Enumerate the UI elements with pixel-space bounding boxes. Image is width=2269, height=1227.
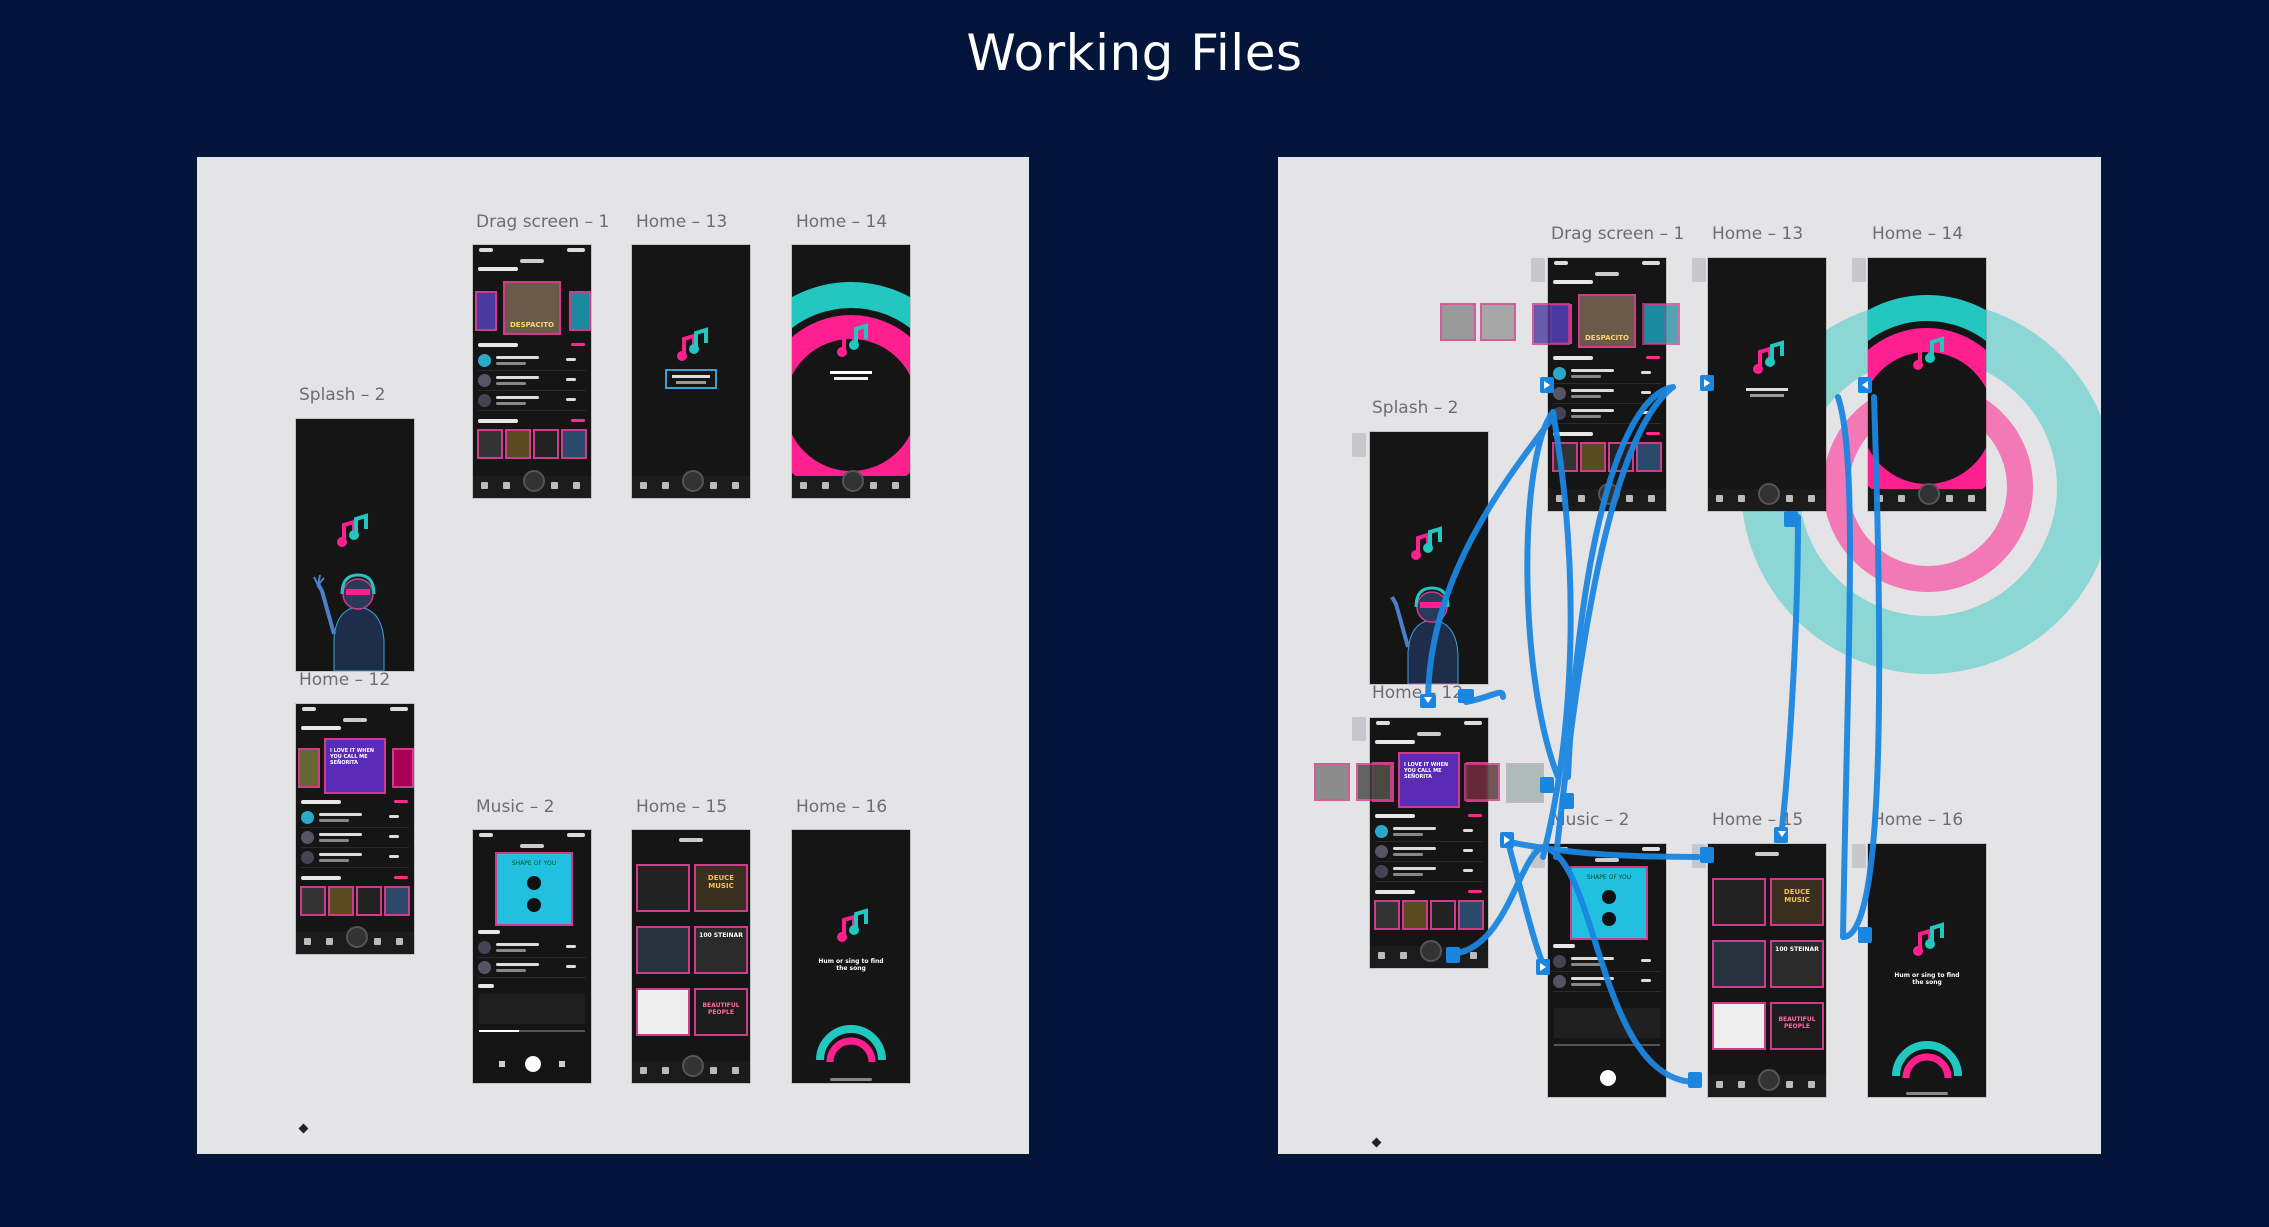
- artboard-home-13[interactable]: [1708, 258, 1826, 511]
- prototype-home-tab[interactable]: [1692, 844, 1706, 868]
- detached-layer-thumb[interactable]: [1506, 763, 1544, 803]
- person-headphones-illustration: [313, 573, 385, 671]
- hero-album-text: I LOVE IT WHEN YOU CALL ME SEÑORITA: [330, 748, 375, 766]
- hero-album-card[interactable]: I LOVE IT WHEN YOU CALL ME SEÑORITA: [324, 738, 386, 794]
- detached-layer-thumb[interactable]: [1480, 303, 1516, 341]
- artboard-home-12[interactable]: I LOVE IT WHEN YOU CALL ME SEÑORITA: [1370, 718, 1488, 968]
- artboard-home-16[interactable]: Hum or sing to find the song: [1868, 844, 1986, 1097]
- album-title-text: BEAUTIFUL PEOPLE: [702, 1002, 740, 1016]
- page-title: Working Files: [966, 24, 1303, 82]
- artboard-label-splash-2[interactable]: Splash – 2: [299, 385, 385, 405]
- cursor-icon: [1371, 1137, 1382, 1148]
- splash-illustration: [1390, 526, 1459, 684]
- artboard-home-15[interactable]: DEUCE MUSIC 100 STEINAR BEAUTIFUL PEOPLE: [1708, 844, 1826, 1097]
- music-note-logo-icon: [1892, 922, 1962, 1079]
- artboard-music-2[interactable]: SHAPE OF YOU: [1548, 844, 1666, 1097]
- artboard-label-drag-screen-1[interactable]: Drag screen – 1: [476, 212, 609, 232]
- now-playing-album-art[interactable]: SHAPE OF YOU: [495, 852, 573, 926]
- hum-prompt-text: Hum or sing to find the song: [818, 958, 884, 972]
- music-note-logo-icon: [665, 327, 717, 389]
- detached-layer-thumb[interactable]: [1464, 763, 1500, 801]
- music-note-logo-icon: [816, 908, 886, 1063]
- hero-album-text: I LOVE IT WHEN YOU CALL ME SEÑORITA: [1404, 762, 1449, 780]
- hum-prompt-text: Hum or sing to find the song: [1894, 972, 1960, 986]
- hero-album-card[interactable]: DESPACITO: [503, 281, 561, 335]
- artboard-label-home-12[interactable]: Home – 12: [1372, 683, 1463, 703]
- artboard-home-14[interactable]: [1868, 258, 1986, 511]
- album-title-text: BEAUTIFUL PEOPLE: [1778, 1016, 1816, 1030]
- prototype-home-tab[interactable]: [1352, 433, 1366, 457]
- player-controls[interactable]: [473, 1056, 591, 1074]
- artboard-label-drag-screen-1[interactable]: Drag screen – 1: [1551, 224, 1684, 244]
- artboard-label-home-15[interactable]: Home – 15: [636, 797, 727, 817]
- artboard-label-home-14[interactable]: Home – 14: [796, 212, 887, 232]
- artboard-music-2[interactable]: SHAPE OF YOU: [473, 830, 591, 1083]
- splash-illustration: [313, 513, 385, 671]
- artboard-home-15[interactable]: DEUCE MUSIC 100 STEINAR BEAUTIFUL PEOPLE: [632, 830, 750, 1083]
- listening-rings-illustration: [1868, 295, 1986, 511]
- artboard-drag-screen-1[interactable]: DESPACITO: [473, 245, 591, 498]
- artboard-label-home-15[interactable]: Home – 15: [1712, 810, 1803, 830]
- artboard-label-home-16[interactable]: Home – 16: [1872, 810, 1963, 830]
- artboard-label-home-13[interactable]: Home – 13: [636, 212, 727, 232]
- listening-rings-illustration: [792, 282, 910, 498]
- artboard-home-14[interactable]: [792, 245, 910, 498]
- prototype-home-tab[interactable]: [1692, 258, 1706, 282]
- prototype-home-tab[interactable]: [1352, 717, 1366, 741]
- detached-layer-thumb[interactable]: [1314, 763, 1350, 801]
- album-title-text: SHAPE OF YOU: [511, 860, 557, 867]
- album-title-text: 100 STEINAR: [699, 932, 743, 939]
- artboard-label-home-13[interactable]: Home – 13: [1712, 224, 1803, 244]
- artboard-home-16[interactable]: Hum or sing to find the song: [792, 830, 910, 1083]
- detached-layer-thumb[interactable]: [1642, 303, 1680, 345]
- artboard-drag-screen-1[interactable]: DESPACITO: [1548, 258, 1666, 511]
- artboard-label-music-2[interactable]: Music – 2: [1551, 810, 1630, 830]
- prototype-home-tab[interactable]: [1852, 844, 1866, 868]
- album-title-text: DEUCE MUSIC: [1783, 888, 1811, 904]
- artboard-label-splash-2[interactable]: Splash – 2: [1372, 398, 1458, 418]
- artboard-label-home-12[interactable]: Home – 12: [299, 670, 390, 690]
- album-title-text: SHAPE OF YOU: [1586, 874, 1632, 881]
- artboard-splash-2[interactable]: [1370, 432, 1488, 684]
- artboard-home-12[interactable]: I LOVE IT WHEN YOU CALL ME SEÑORITA: [296, 704, 414, 954]
- album-title-text: 100 STEINAR: [1775, 946, 1819, 953]
- prototype-canvas-panel[interactable]: Splash – 2 Home – 12 I LOVE IT WHEN YOU …: [1278, 157, 2101, 1154]
- music-note-logo-icon: [1746, 340, 1788, 397]
- music-note-logo-icon: [337, 513, 368, 547]
- prototype-home-tab[interactable]: [1531, 844, 1545, 868]
- artboard-label-music-2[interactable]: Music – 2: [476, 797, 555, 817]
- artboard-label-home-14[interactable]: Home – 14: [1872, 224, 1963, 244]
- artboard-home-13[interactable]: [632, 245, 750, 498]
- detached-layer-thumb[interactable]: [1356, 763, 1392, 801]
- prototype-home-tab[interactable]: [1531, 258, 1545, 282]
- artboard-splash-2[interactable]: [296, 419, 414, 671]
- hero-album-text: DESPACITO: [509, 321, 554, 329]
- music-note-logo-icon: [1411, 526, 1442, 560]
- detached-layer-thumb[interactable]: [1440, 303, 1476, 341]
- design-canvas-panel[interactable]: Splash – 2 Home – 12 I LOVE IT WHEN YOU …: [197, 157, 1029, 1154]
- detached-layer-thumb[interactable]: [1532, 303, 1570, 345]
- artboard-label-home-16[interactable]: Home – 16: [796, 797, 887, 817]
- album-title-text: DEUCE MUSIC: [707, 874, 735, 890]
- hero-album-text: DESPACITO: [1584, 334, 1629, 342]
- prototype-home-tab[interactable]: [1852, 258, 1866, 282]
- cursor-icon: [298, 1123, 309, 1134]
